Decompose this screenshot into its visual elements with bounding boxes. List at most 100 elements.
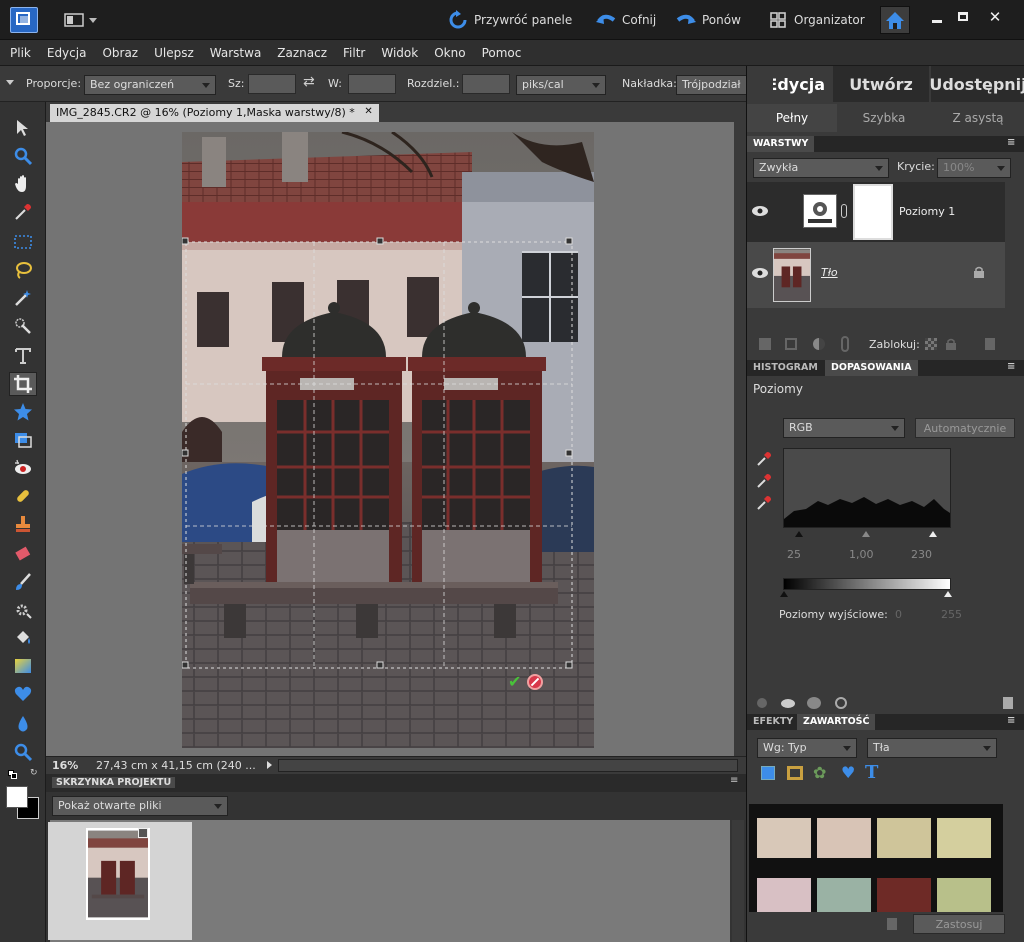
default-colors-icon[interactable] — [8, 770, 18, 780]
mode-tab-share[interactable]: Udostępnij — [929, 66, 1024, 102]
layers-scrollbar[interactable] — [1005, 182, 1021, 308]
apply-button[interactable]: Zastosuj — [913, 914, 1005, 934]
output-black-slider-icon[interactable] — [780, 591, 788, 597]
layer-row-background[interactable]: Tło — [747, 244, 1005, 304]
home-button[interactable] — [880, 6, 910, 34]
input-black-value[interactable]: 25 — [787, 548, 801, 561]
submode-full[interactable]: Pełny — [747, 104, 837, 132]
unit-dropdown[interactable]: piks/cal — [516, 75, 606, 95]
hand-tool-icon[interactable] — [9, 172, 37, 196]
clip-to-layer-icon[interactable] — [757, 698, 767, 708]
menu-window[interactable]: Okno — [426, 46, 473, 60]
document-tab[interactable]: IMG_2845.CR2 @ 16% (Poziomy 1,Maska wars… — [50, 104, 379, 122]
healing-brush-tool-icon[interactable] — [9, 484, 37, 508]
menu-file[interactable]: Plik — [2, 46, 39, 60]
menu-view[interactable]: Widok — [373, 46, 426, 60]
zoom-level[interactable]: 16% — [52, 759, 78, 772]
visibility-eye-icon[interactable] — [751, 266, 769, 280]
layer-mask-thumbnail[interactable] — [853, 184, 893, 240]
redo-button[interactable]: Ponów — [676, 8, 741, 32]
mode-tab-create[interactable]: Utwórz — [833, 66, 929, 102]
gradient-tool-icon[interactable] — [9, 654, 37, 678]
project-bin-dropdown[interactable]: Pokaż otwarte pliki — [52, 796, 228, 816]
content-type-dropdown[interactable]: Wg: Typ — [757, 738, 857, 758]
content-aware-move-icon[interactable] — [9, 428, 37, 452]
black-point-eyedropper-icon[interactable] — [755, 450, 773, 468]
content-swatch[interactable] — [877, 818, 931, 858]
input-black-slider-icon[interactable] — [795, 531, 803, 537]
eraser-tool-icon[interactable] — [9, 542, 37, 566]
tool-preset-arrow-icon[interactable] — [6, 80, 14, 85]
paint-bucket-tool-icon[interactable] — [9, 626, 37, 650]
red-eye-tool-icon[interactable] — [9, 456, 37, 480]
app-logo-icon[interactable] — [10, 7, 38, 33]
delete-adjustment-icon[interactable] — [1003, 697, 1013, 709]
blur-tool-icon[interactable] — [9, 712, 37, 736]
content-swatch[interactable] — [937, 878, 991, 912]
content-panel-menu-icon[interactable]: ≡ — [1007, 715, 1015, 726]
crop-tool-icon[interactable] — [9, 372, 37, 396]
content-swatch[interactable] — [757, 878, 811, 912]
swap-dimensions-icon[interactable]: ⇄ — [303, 74, 315, 90]
text-tool-icon[interactable] — [9, 344, 37, 368]
content-swatch[interactable] — [757, 818, 811, 858]
layers-panel-menu-icon[interactable]: ≡ — [1007, 137, 1015, 148]
brush-tool-icon[interactable] — [9, 570, 37, 594]
content-swatch[interactable] — [817, 818, 871, 858]
content-tab[interactable]: ZAWARTOŚĆ — [797, 714, 876, 730]
menu-help[interactable]: Pomoc — [474, 46, 530, 60]
output-white-slider-icon[interactable] — [944, 591, 952, 597]
layers-tab[interactable]: WARSTWY — [747, 136, 815, 152]
menu-enhance[interactable]: Ulepsz — [146, 46, 202, 60]
delete-layer-icon[interactable] — [985, 338, 995, 350]
visibility-eye-icon[interactable] — [751, 204, 769, 218]
text-filter-icon[interactable]: T — [865, 762, 883, 783]
new-adjustment-icon[interactable] — [813, 338, 825, 350]
menu-select[interactable]: Zaznacz — [269, 46, 335, 60]
content-scrollbar[interactable] — [1005, 804, 1021, 912]
layer-name-levels[interactable]: Poziomy 1 — [899, 205, 955, 218]
project-bin-scrollbar[interactable] — [732, 820, 744, 942]
document-close-icon[interactable]: ✕ — [364, 106, 372, 117]
canvas-vertical-scrollbar[interactable] — [734, 122, 746, 756]
effects-tab[interactable]: EFEKTY — [747, 714, 799, 730]
background-layer-thumbnail[interactable] — [773, 248, 811, 302]
sponge-tool-icon[interactable] — [9, 740, 37, 764]
graphics-filter-icon[interactable]: ✿ — [813, 764, 831, 782]
content-swatch[interactable] — [937, 818, 991, 858]
undo-button[interactable]: Cofnij — [596, 8, 656, 32]
menu-image[interactable]: Obraz — [94, 46, 146, 60]
new-group-icon[interactable] — [785, 338, 797, 350]
shapes-filter-icon[interactable]: ♥ — [841, 764, 859, 782]
foreground-color-swatch[interactable] — [6, 786, 28, 808]
delete-content-icon[interactable] — [887, 918, 897, 930]
commit-crop-icon[interactable]: ✔ — [508, 674, 524, 690]
input-gamma-value[interactable]: 1,00 — [849, 548, 874, 561]
blend-mode-dropdown[interactable]: Zwykła — [753, 158, 889, 178]
channel-dropdown[interactable]: RGB — [783, 418, 905, 438]
height-input[interactable] — [348, 74, 396, 94]
output-black-value[interactable]: 0 — [895, 608, 902, 621]
workspace-switch-icon[interactable] — [64, 12, 98, 28]
histogram-tab[interactable]: HISTOGRAM — [747, 360, 824, 376]
content-swatch[interactable] — [877, 878, 931, 912]
menu-layer[interactable]: Warstwa — [202, 46, 270, 60]
swap-colors-icon[interactable]: ↻ — [30, 768, 38, 778]
link-layers-icon[interactable] — [841, 336, 849, 352]
magic-wand-tool-icon[interactable] — [9, 286, 37, 310]
auto-button[interactable]: Automatycznie — [915, 418, 1015, 438]
opacity-field[interactable]: 100% — [937, 158, 1011, 178]
lock-transparency-icon[interactable] — [925, 338, 937, 350]
zoom-tool-icon[interactable] — [9, 144, 37, 168]
resolution-input[interactable] — [462, 74, 510, 94]
new-layer-icon[interactable] — [759, 338, 771, 350]
view-previous-icon[interactable] — [807, 697, 821, 709]
photo-image[interactable] — [182, 132, 594, 748]
layer-row-levels[interactable]: Poziomy 1 — [747, 182, 1005, 242]
smart-brush-tool-icon[interactable] — [9, 598, 37, 622]
submode-quick[interactable]: Szybka — [839, 104, 929, 132]
frames-filter-icon[interactable] — [787, 766, 803, 780]
cancel-crop-icon[interactable] — [527, 674, 543, 690]
menu-edit[interactable]: Edycja — [39, 46, 95, 60]
layer-name-background[interactable]: Tło — [821, 266, 838, 279]
